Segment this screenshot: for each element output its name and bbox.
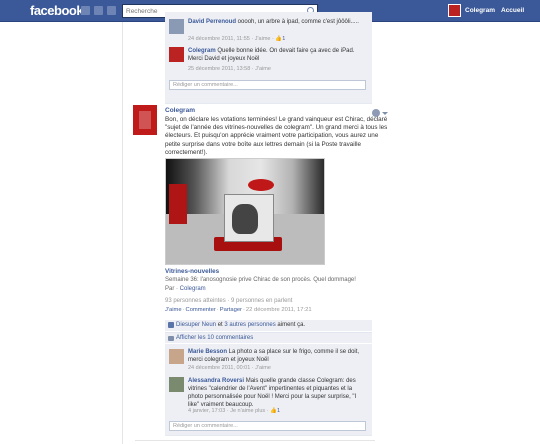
post-date[interactable]: 22 décembre 2011, 17:21: [246, 307, 312, 313]
post-photo[interactable]: [165, 158, 325, 265]
album-subtitle: Semaine 36: l'anosognosie prive Chirac d…: [165, 277, 356, 283]
avatar[interactable]: [169, 349, 184, 364]
comment-meta: 4 janvier, 17:03 · Je n'aime plus · 👍1: [188, 408, 280, 414]
friend-requests-icon[interactable]: [81, 6, 90, 15]
previous-comments: David Perrenoud ooooh, un arbre à ipad, …: [165, 12, 372, 104]
comment-author[interactable]: Alessandra Roversi: [188, 378, 244, 384]
comment-text: David Perrenoud ooooh, un arbre à ipad, …: [188, 18, 366, 26]
likes-suffix: aiment ça.: [275, 322, 306, 328]
chevron-down-icon[interactable]: [382, 112, 388, 115]
post-stats: 93 personnes atteintes · 9 personnes en …: [165, 298, 293, 304]
photo-red-flower: [248, 179, 274, 191]
comment-author[interactable]: David Perrenoud: [188, 19, 236, 25]
separator: ·: [216, 307, 219, 313]
home-link[interactable]: Accueil: [501, 7, 524, 14]
comment-body: ooooh, un arbre à ipad, comme c'est jôôô…: [236, 19, 359, 25]
post-actions: J'aime·Commenter·Partager·22 décembre 20…: [165, 307, 312, 313]
album-by-prefix: Par ·: [165, 286, 180, 292]
user-name-link[interactable]: Colegram: [465, 7, 495, 14]
post-author-avatar[interactable]: [133, 105, 157, 135]
comment-meta-text: 4 janvier, 17:03 · Je n'aime plus ·: [188, 408, 271, 414]
comment-text: Alessandra Roversi Mais quelle grande cl…: [188, 377, 366, 409]
photo-portrait: [232, 204, 258, 234]
like-count[interactable]: 1: [282, 36, 285, 42]
divider: [135, 440, 375, 441]
post-comments: Marie Besson La photo a sa place sur le …: [165, 344, 372, 436]
notifications-icon[interactable]: [107, 6, 116, 15]
photo-red-object: [169, 184, 187, 224]
avatar[interactable]: [169, 19, 184, 34]
column-divider: [122, 22, 123, 444]
avatar[interactable]: [169, 47, 184, 62]
separator: ·: [182, 307, 185, 313]
comment-text: Marie Besson La photo a sa place sur le …: [188, 348, 366, 364]
show-all-comments-label[interactable]: Afficher les 10 commentaires: [176, 335, 253, 341]
liker-link[interactable]: Diesuper Neun: [176, 322, 216, 328]
album-title-link[interactable]: Vitrines-nouvelles: [165, 268, 219, 275]
like-count-icon[interactable]: 👍: [270, 408, 277, 414]
others-link[interactable]: 3 autres personnes: [224, 322, 275, 328]
post-text: Bon, on déclare les votations terminées!…: [165, 116, 388, 156]
album-by-author[interactable]: Colegram: [180, 286, 206, 292]
comment-author[interactable]: Colegram: [188, 48, 216, 54]
like-button[interactable]: J'aime: [165, 307, 182, 313]
album-byline: Par · Colegram: [165, 286, 206, 292]
write-comment-field[interactable]: Rédiger un commentaire...: [169, 80, 366, 90]
like-count[interactable]: 1: [277, 408, 280, 414]
likes-summary: Diesuper Neun et 3 autres personnes aime…: [165, 320, 372, 331]
thumbs-up-icon: [168, 322, 174, 328]
separator: ·: [242, 307, 245, 313]
comment-meta: 24 décembre 2011, 00:01 · J'aime: [188, 365, 271, 371]
comment-meta-text: 24 décembre 2011, 11:55 · J'aime ·: [188, 36, 276, 42]
post-author[interactable]: Colegram: [165, 107, 195, 114]
comment-meta: 25 décembre 2011, 13:58 · J'aime: [188, 66, 271, 72]
messages-icon[interactable]: [94, 6, 103, 15]
notification-jewels: [81, 6, 116, 15]
comment-author[interactable]: Marie Besson: [188, 349, 227, 355]
show-all-comments[interactable]: Afficher les 10 commentaires: [165, 332, 372, 343]
avatar[interactable]: [169, 377, 184, 392]
write-comment-field[interactable]: Rédiger un commentaire...: [169, 421, 366, 431]
comment-button[interactable]: Commenter: [186, 307, 216, 313]
comment-meta: 24 décembre 2011, 11:55 · J'aime · 👍1: [188, 36, 285, 42]
facebook-logo[interactable]: facebook: [30, 3, 84, 18]
user-avatar[interactable]: [448, 4, 461, 17]
share-button[interactable]: Partager: [220, 307, 242, 313]
comment-bubble-icon: [168, 336, 174, 341]
comment-text: Colegram Quelle bonne idée. On devait fa…: [188, 47, 366, 63]
